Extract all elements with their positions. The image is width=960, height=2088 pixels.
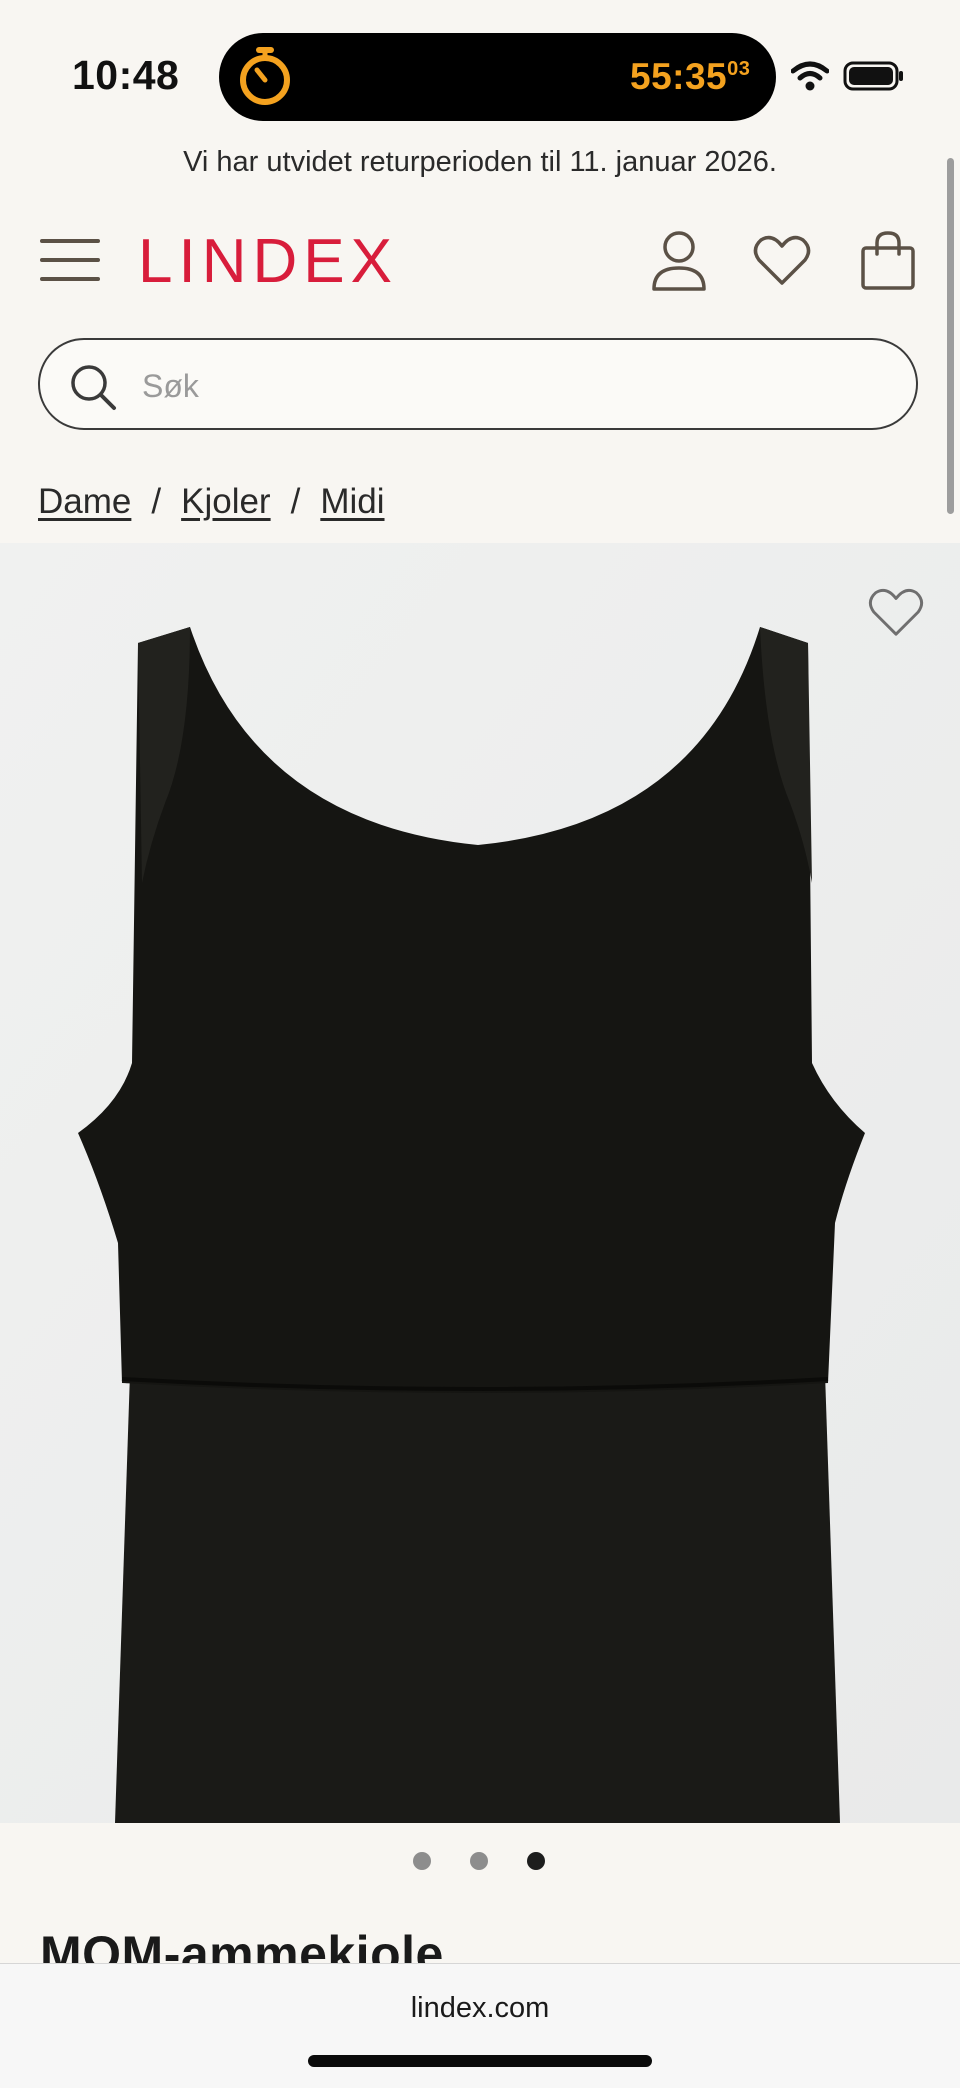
timer-main: 55:35 bbox=[630, 56, 728, 97]
promo-banner[interactable]: Vi har utvidet returperioden til 11. jan… bbox=[0, 146, 960, 179]
timer-fraction: 03 bbox=[727, 58, 751, 80]
scrollbar[interactable] bbox=[947, 158, 954, 514]
shopping-bag-icon[interactable] bbox=[859, 230, 917, 290]
breadcrumb-separator: / bbox=[151, 482, 162, 521]
search-input[interactable] bbox=[140, 360, 884, 412]
menu-icon[interactable] bbox=[40, 237, 100, 283]
timer-readout: 55:3503 bbox=[630, 56, 750, 98]
account-icon[interactable] bbox=[649, 230, 709, 292]
gallery-dot-3[interactable] bbox=[527, 1852, 545, 1870]
battery-icon bbox=[843, 61, 903, 91]
dress-illustration bbox=[0, 543, 960, 1823]
home-indicator[interactable] bbox=[308, 2055, 652, 2067]
breadcrumb-item-midi[interactable]: Midi bbox=[320, 482, 384, 521]
lindex-logo[interactable]: LINDEX bbox=[138, 226, 398, 297]
wifi-icon bbox=[791, 61, 829, 91]
search-icon bbox=[71, 365, 116, 410]
heart-icon[interactable] bbox=[753, 234, 811, 286]
browser-bottom-bar bbox=[0, 1963, 960, 2088]
timer-icon bbox=[240, 47, 290, 105]
breadcrumb-item-dame[interactable]: Dame bbox=[38, 482, 131, 521]
status-time: 10:48 bbox=[72, 52, 180, 98]
gallery-dot-2[interactable] bbox=[470, 1852, 488, 1870]
add-to-favorites-icon[interactable] bbox=[868, 586, 924, 638]
breadcrumb: Dame / Kjoler / Midi bbox=[38, 482, 385, 522]
breadcrumb-separator: / bbox=[290, 482, 301, 521]
breadcrumb-item-kjoler[interactable]: Kjoler bbox=[181, 482, 270, 521]
url-bar[interactable]: lindex.com bbox=[0, 1992, 960, 2025]
product-image[interactable] bbox=[0, 543, 960, 1823]
gallery-dot-1[interactable] bbox=[413, 1852, 431, 1870]
